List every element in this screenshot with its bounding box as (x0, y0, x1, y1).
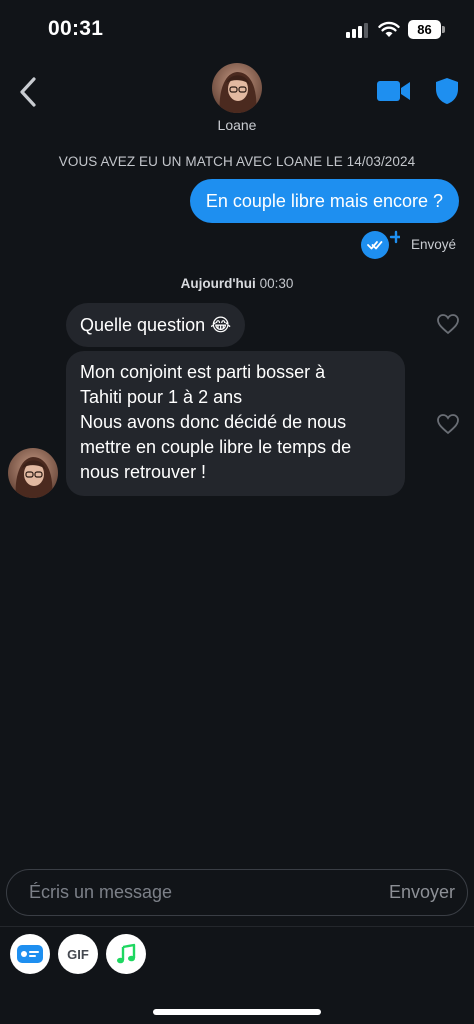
gif-label: GIF (67, 946, 89, 962)
send-button[interactable]: Envoyer (389, 870, 455, 915)
toolbar-divider (0, 926, 474, 927)
sender-avatar[interactable] (8, 448, 58, 498)
sent-status: Envoyé (411, 237, 457, 252)
sent-message-bubble[interactable]: En couple libre mais encore ? (189, 179, 459, 223)
signal-icon (346, 22, 372, 38)
video-camera-icon (377, 81, 410, 101)
wifi-icon (378, 21, 400, 37)
avatar-photo (212, 63, 262, 113)
sticker-card-icon (17, 945, 43, 963)
status-time: 00:31 (48, 17, 104, 40)
home-indicator[interactable] (153, 1009, 321, 1015)
match-banner: VOUS AVEZ EU UN MATCH AVEC LOANE LE 14/0… (58, 154, 416, 169)
received-message-bubble[interactable]: Quelle question 😂 (66, 303, 246, 347)
shield-icon (436, 78, 458, 104)
music-note-icon (117, 943, 136, 964)
timestamp-day: Aujourd'hui (180, 276, 256, 291)
timestamp-time: 00:30 (259, 276, 294, 291)
battery-icon: 86 (408, 20, 441, 39)
avatar-photo (8, 448, 58, 498)
video-call-button[interactable] (376, 78, 412, 104)
battery-cap (442, 26, 445, 33)
contact-avatar[interactable] (212, 63, 262, 113)
message-input[interactable] (29, 870, 369, 915)
safety-button[interactable] (434, 76, 460, 106)
heart-icon[interactable] (436, 313, 460, 335)
message-composer: Envoyer (6, 869, 468, 916)
heart-icon[interactable] (436, 413, 460, 435)
gif-button[interactable]: GIF (58, 934, 98, 974)
read-receipt-icon (360, 230, 403, 260)
message-timestamp: Aujourd'hui 00:30 (0, 276, 474, 291)
received-message-bubble[interactable]: Mon conjoint est parti bosser à Tahiti p… (66, 351, 405, 496)
contact-name[interactable]: Loane (0, 117, 474, 133)
sticker-button[interactable] (10, 934, 50, 974)
back-button[interactable] (14, 74, 42, 110)
music-button[interactable] (106, 934, 146, 974)
status-bar: 00:31 86 (0, 0, 474, 62)
chevron-left-icon (20, 77, 36, 107)
